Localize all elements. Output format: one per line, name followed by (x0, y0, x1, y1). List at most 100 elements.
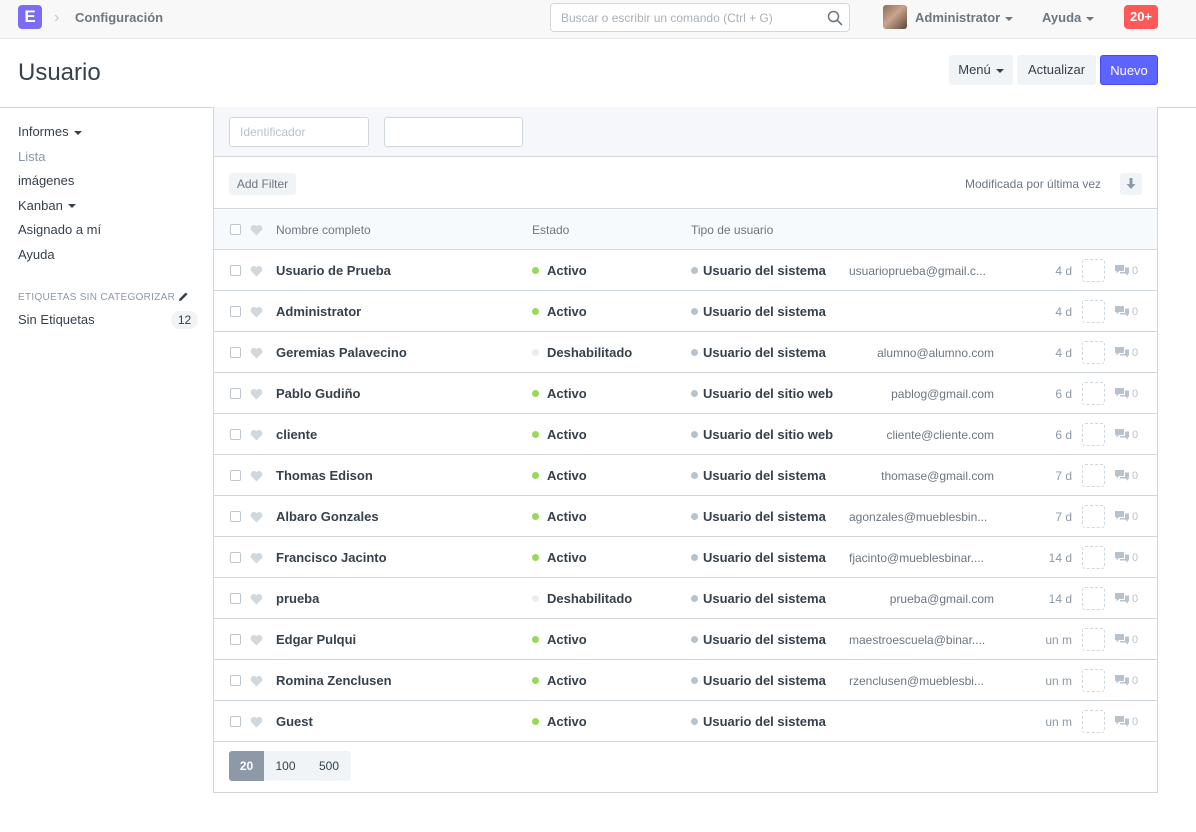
sidebar-item-kanban[interactable]: Kanban (18, 197, 198, 222)
row-checkbox[interactable] (230, 470, 241, 481)
heart-icon[interactable] (250, 224, 263, 236)
user-full-name[interactable]: prueba (276, 591, 319, 607)
assign-avatar-placeholder[interactable] (1082, 300, 1105, 323)
status-indicator[interactable]: Activo (532, 714, 587, 730)
heart-icon[interactable] (250, 511, 263, 523)
id-filter-input[interactable] (230, 118, 368, 146)
sidebar-item-reports[interactable]: Informes (18, 123, 198, 148)
user-type-indicator[interactable]: Usuario del sistema (691, 591, 826, 607)
user-type-indicator[interactable]: Usuario del sistema (691, 632, 826, 648)
row-checkbox[interactable] (230, 716, 241, 727)
search-input[interactable] (551, 4, 813, 31)
table-row[interactable]: Romina Zenclusen Activo Usuario del sistem… (214, 660, 1157, 701)
sort-selector[interactable]: Modificada por última vez (965, 177, 1101, 192)
heart-icon[interactable] (250, 634, 263, 646)
select-all-checkbox[interactable] (230, 224, 241, 235)
user-menu[interactable]: Administrator (915, 10, 1014, 26)
user-type-indicator[interactable]: Usuario del sistema (691, 468, 826, 484)
sidebar-item-assigned[interactable]: Asignado a mí (18, 221, 198, 246)
status-indicator[interactable]: Activo (532, 509, 587, 525)
table-row[interactable]: Francisco Jacinto Activo Usuario del siste… (214, 537, 1157, 578)
table-row[interactable]: Usuario de Prueba Activo Usuario del siste… (214, 250, 1157, 291)
user-type-indicator[interactable]: Usuario del sistema (691, 509, 826, 525)
heart-icon[interactable] (250, 347, 263, 359)
heart-icon[interactable] (250, 552, 263, 564)
status-indicator[interactable]: Deshabilitado (532, 591, 632, 607)
search-box[interactable] (550, 3, 850, 32)
user-type-indicator[interactable]: Usuario del sitio web (691, 427, 833, 443)
user-type-indicator[interactable]: Usuario del sistema (691, 673, 826, 689)
table-row[interactable]: Albaro Gonzales Activo Usuario del sistema… (214, 496, 1157, 537)
row-checkbox[interactable] (230, 634, 241, 645)
row-checkbox[interactable] (230, 675, 241, 686)
user-full-name[interactable]: Guest (276, 714, 313, 730)
assign-avatar-placeholder[interactable] (1082, 587, 1105, 610)
status-indicator[interactable]: Activo (532, 550, 587, 566)
user-full-name[interactable]: Pablo Gudiño (276, 386, 361, 402)
breadcrumb[interactable]: Configuración (75, 10, 163, 26)
row-checkbox[interactable] (230, 306, 241, 317)
assign-avatar-placeholder[interactable] (1082, 259, 1105, 282)
table-row[interactable]: Administrator Activo Usuario del sistema 4 … (214, 291, 1157, 332)
avatar[interactable] (883, 5, 907, 29)
heart-icon[interactable] (250, 306, 263, 318)
row-checkbox[interactable] (230, 552, 241, 563)
assign-avatar-placeholder[interactable] (1082, 505, 1105, 528)
page-size-100[interactable]: 100 (264, 751, 307, 781)
user-type-indicator[interactable]: Usuario del sistema (691, 714, 826, 730)
user-full-name[interactable]: Geremias Palavecino (276, 345, 407, 361)
assign-avatar-placeholder[interactable] (1082, 423, 1105, 446)
table-row[interactable]: Guest Activo Usuario del sistema un m 0 (214, 701, 1157, 742)
new-button[interactable]: Nuevo (1100, 55, 1158, 85)
heart-icon[interactable] (250, 470, 263, 482)
menu-button[interactable]: Menú (949, 55, 1013, 85)
sidebar-item-help[interactable]: Ayuda (18, 246, 198, 271)
status-indicator[interactable]: Activo (532, 386, 587, 402)
status-indicator[interactable]: Activo (532, 468, 587, 484)
user-type-indicator[interactable]: Usuario del sistema (691, 550, 826, 566)
user-full-name[interactable]: Albaro Gonzales (276, 509, 379, 525)
heart-icon[interactable] (250, 716, 263, 728)
assign-avatar-placeholder[interactable] (1082, 628, 1105, 651)
user-full-name[interactable]: Administrator (276, 304, 361, 320)
sort-order-button[interactable] (1120, 173, 1142, 195)
heart-icon[interactable] (250, 593, 263, 605)
search-icon[interactable] (827, 10, 843, 26)
help-menu[interactable]: Ayuda (1042, 10, 1095, 26)
user-full-name[interactable]: Thomas Edison (276, 468, 373, 484)
user-full-name[interactable]: Francisco Jacinto (276, 550, 387, 566)
page-size-500[interactable]: 500 (307, 751, 351, 781)
app-logo[interactable]: E (18, 5, 42, 29)
secondary-filter-input[interactable] (385, 118, 522, 146)
assign-avatar-placeholder[interactable] (1082, 341, 1105, 364)
row-checkbox[interactable] (230, 347, 241, 358)
notifications-badge[interactable]: 20+ (1124, 5, 1158, 29)
status-indicator[interactable]: Activo (532, 263, 587, 279)
user-full-name[interactable]: Usuario de Prueba (276, 263, 391, 279)
status-indicator[interactable]: Activo (532, 632, 587, 648)
row-checkbox[interactable] (230, 265, 241, 276)
sidebar-item-list[interactable]: Lista (18, 148, 198, 173)
row-checkbox[interactable] (230, 511, 241, 522)
assign-avatar-placeholder[interactable] (1082, 546, 1105, 569)
user-full-name[interactable]: Romina Zenclusen (276, 673, 392, 689)
sidebar-item-images[interactable]: imágenes (18, 172, 198, 197)
id-filter-field[interactable] (229, 117, 369, 147)
user-full-name[interactable]: cliente (276, 427, 317, 443)
heart-icon[interactable] (250, 388, 263, 400)
table-row[interactable]: Thomas Edison Activo Usuario del sistema th… (214, 455, 1157, 496)
heart-icon[interactable] (250, 429, 263, 441)
user-type-indicator[interactable]: Usuario del sitio web (691, 386, 833, 402)
status-indicator[interactable]: Activo (532, 427, 587, 443)
table-row[interactable]: Geremias Palavecino Deshabilitado Usuario … (214, 332, 1157, 373)
status-indicator[interactable]: Activo (532, 673, 587, 689)
refresh-button[interactable]: Actualizar (1017, 55, 1096, 85)
add-filter-button[interactable]: Add Filter (229, 173, 296, 195)
table-row[interactable]: cliente Activo Usuario del sitio web client… (214, 414, 1157, 455)
table-row[interactable]: Pablo Gudiño Activo Usuario del sitio web p… (214, 373, 1157, 414)
user-type-indicator[interactable]: Usuario del sistema (691, 304, 826, 320)
row-checkbox[interactable] (230, 388, 241, 399)
table-row[interactable]: prueba Deshabilitado Usuario del sistema pr… (214, 578, 1157, 619)
status-indicator[interactable]: Deshabilitado (532, 345, 632, 361)
user-type-indicator[interactable]: Usuario del sistema (691, 263, 826, 279)
